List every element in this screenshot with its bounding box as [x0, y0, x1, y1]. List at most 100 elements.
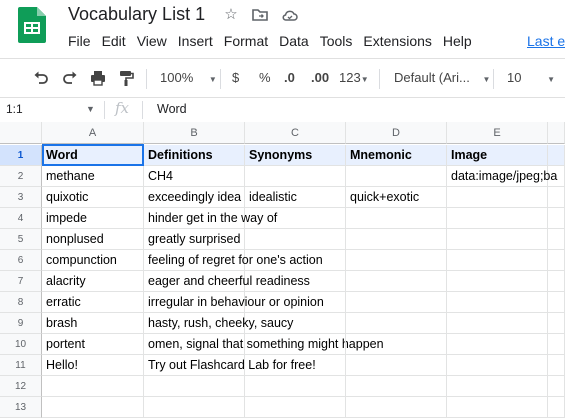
column-header-d[interactable]: D [346, 122, 447, 144]
table-cell[interactable]: portent [42, 334, 144, 355]
table-cell[interactable] [548, 292, 565, 313]
table-cell[interactable] [548, 376, 565, 397]
table-cell[interactable] [548, 313, 565, 334]
table-cell[interactable]: Hello! [42, 355, 144, 376]
table-cell[interactable]: idealistic [245, 187, 346, 208]
table-cell[interactable]: nonplused [42, 229, 144, 250]
row-header[interactable]: 8 [0, 292, 42, 313]
column-header-f[interactable] [548, 122, 565, 144]
table-cell[interactable] [548, 145, 565, 166]
sheets-logo-icon[interactable] [18, 7, 46, 43]
row-header[interactable]: 6 [0, 250, 42, 271]
row-header[interactable]: 9 [0, 313, 42, 334]
row-header[interactable]: 10 [0, 334, 42, 355]
menu-file[interactable]: File [68, 33, 102, 51]
table-cell[interactable] [245, 166, 346, 187]
name-box[interactable]: 1:1 [6, 102, 23, 116]
font-size-select[interactable]: 10 ▼ [507, 69, 555, 87]
font-family-select[interactable]: Default (Ari... ▼ [394, 69, 490, 87]
column-header-c[interactable]: C [245, 122, 346, 144]
table-cell[interactable]: irregular in behaviour or opinion [144, 292, 324, 313]
table-cell[interactable] [447, 334, 548, 355]
table-cell[interactable] [447, 250, 548, 271]
table-cell[interactable]: alacrity [42, 271, 144, 292]
move-folder-icon[interactable] [251, 6, 269, 24]
table-cell[interactable] [346, 397, 447, 418]
menu-extensions[interactable]: Extensions [363, 33, 442, 51]
table-cell[interactable] [447, 355, 548, 376]
table-cell[interactable] [548, 271, 565, 292]
table-cell[interactable] [245, 355, 346, 376]
paint-format-icon[interactable] [117, 69, 135, 87]
name-box-dropdown-icon[interactable]: ▼ [86, 104, 95, 114]
table-cell[interactable] [245, 334, 346, 355]
increase-decimal-button[interactable]: .00 [311, 69, 329, 87]
table-cell[interactable]: greatly surprised [144, 229, 245, 250]
table-cell[interactable] [346, 208, 447, 229]
row-header[interactable]: 13 [0, 397, 42, 418]
table-cell[interactable] [447, 271, 548, 292]
table-cell[interactable] [346, 355, 447, 376]
row-header[interactable]: 12 [0, 376, 42, 397]
menu-tools[interactable]: Tools [320, 33, 364, 51]
table-cell[interactable] [245, 229, 346, 250]
table-cell[interactable] [245, 313, 346, 334]
menu-format[interactable]: Format [224, 33, 279, 51]
row-header[interactable]: 11 [0, 355, 42, 376]
table-cell[interactable]: impede [42, 208, 144, 229]
table-cell[interactable] [548, 229, 565, 250]
table-cell[interactable]: brash [42, 313, 144, 334]
row-header[interactable]: 2 [0, 166, 42, 187]
table-cell[interactable]: data:image/jpeg;ba [447, 166, 557, 187]
document-title[interactable]: Vocabulary List 1 [68, 4, 205, 25]
table-cell[interactable] [245, 250, 346, 271]
table-cell[interactable] [548, 355, 565, 376]
header-cell[interactable]: Mnemonic [346, 145, 447, 166]
currency-format-button[interactable]: $ [232, 69, 239, 87]
table-cell[interactable] [346, 313, 447, 334]
menu-view[interactable]: View [137, 33, 178, 51]
row-header[interactable]: 5 [0, 229, 42, 250]
percent-format-button[interactable]: % [259, 69, 271, 87]
table-cell[interactable]: methane [42, 166, 144, 187]
table-cell[interactable] [346, 250, 447, 271]
header-cell[interactable]: Image [447, 145, 548, 166]
table-cell[interactable]: CH4 [144, 166, 245, 187]
table-cell[interactable] [346, 229, 447, 250]
row-header[interactable]: 7 [0, 271, 42, 292]
header-cell[interactable]: Synonyms [245, 145, 346, 166]
table-cell[interactable]: exceedingly idea [144, 187, 245, 208]
column-header-b[interactable]: B [144, 122, 245, 144]
table-cell[interactable] [548, 250, 565, 271]
redo-icon[interactable] [61, 69, 79, 87]
cloud-saved-icon[interactable] [281, 6, 299, 24]
table-cell[interactable]: quixotic [42, 187, 144, 208]
menu-edit[interactable]: Edit [102, 33, 137, 51]
table-cell[interactable] [346, 376, 447, 397]
last-edit-link[interactable]: Last e [527, 33, 565, 49]
header-cell[interactable]: Definitions [144, 145, 245, 166]
table-cell[interactable] [245, 271, 346, 292]
table-cell[interactable] [346, 292, 447, 313]
table-cell[interactable] [346, 271, 447, 292]
table-cell[interactable] [42, 376, 144, 397]
formula-input[interactable]: Word [157, 102, 187, 116]
table-cell[interactable] [144, 397, 245, 418]
table-cell[interactable] [447, 292, 548, 313]
table-cell[interactable]: erratic [42, 292, 144, 313]
table-cell[interactable] [447, 397, 548, 418]
table-cell[interactable]: hinder get in the way of [144, 208, 277, 229]
zoom-select[interactable]: 100% ▼ [160, 69, 217, 87]
table-cell[interactable]: omen, signal that something might happen [144, 334, 384, 355]
table-cell[interactable] [245, 376, 346, 397]
row-header[interactable]: 3 [0, 187, 42, 208]
table-cell[interactable]: feeling of regret for one's action [144, 250, 323, 271]
row-header[interactable]: 1 [0, 145, 42, 166]
undo-icon[interactable] [32, 69, 50, 87]
table-cell[interactable] [144, 376, 245, 397]
table-cell[interactable] [548, 397, 565, 418]
star-icon[interactable]: ☆ [222, 6, 240, 24]
row-header[interactable]: 4 [0, 208, 42, 229]
table-cell[interactable] [245, 292, 346, 313]
more-formats-select[interactable]: 123▼ [339, 69, 369, 87]
